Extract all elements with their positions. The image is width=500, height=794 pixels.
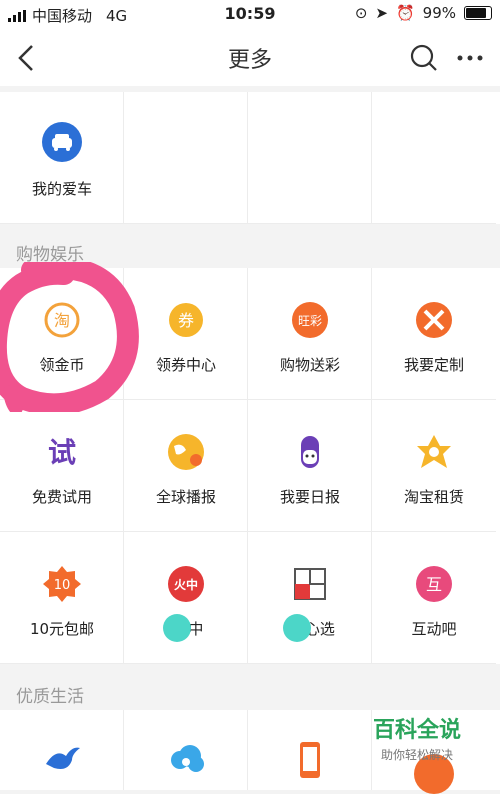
grid-item-interact[interactable]: 互互动吧 (372, 532, 496, 664)
alarm-icon: ⏰ (395, 4, 415, 22)
watermark-title: 百科全说 (372, 718, 461, 743)
car-icon (42, 122, 82, 162)
grid-item-lottery[interactable]: 旺彩 购物送彩 (248, 268, 372, 400)
trial-icon: 试 (42, 432, 82, 472)
grid-item-life-3[interactable] (248, 710, 372, 790)
location-icon: ➤ (375, 4, 388, 22)
watermark: 百科全说 助你轻松解决 (362, 712, 472, 782)
grid-item-life-1[interactable] (0, 710, 124, 790)
svg-text:火中: 火中 (174, 577, 198, 592)
grid-item-select[interactable]: 淘 心选 (248, 532, 372, 664)
grid-item-ten-yuan[interactable]: 10 10元包邮 (0, 532, 124, 664)
search-button[interactable] (408, 42, 440, 74)
grid-item-customize[interactable]: 我要定制 (372, 268, 496, 400)
grid-empty-cell (124, 92, 248, 224)
grid-item-label: 互动吧 (411, 620, 457, 638)
battery-percent: 99% (422, 4, 456, 22)
globe-icon (166, 432, 206, 472)
svg-text:旺彩: 旺彩 (298, 314, 322, 328)
cloud-icon (166, 738, 206, 778)
grid-item-lease[interactable]: 淘宝租赁 (372, 400, 496, 532)
nav-bar: 更多 (0, 28, 500, 86)
ellipsis-icon (457, 55, 483, 61)
lottery-icon: 旺彩 (290, 300, 330, 340)
section-title-life: 优质生活 (16, 687, 84, 707)
grid-item-trial[interactable]: 试免费试用 (0, 400, 124, 532)
search-icon (410, 44, 437, 71)
grid-item-robot[interactable]: 我要日报 (248, 400, 372, 532)
grid-item-label: 全球播报 (155, 488, 216, 506)
grid-item-label: 购物送彩 (279, 356, 340, 374)
grid-item-life-2[interactable] (124, 710, 248, 790)
grid-item-label: 领券中心 (155, 356, 216, 374)
redaction-dot (163, 614, 191, 642)
robot-icon (290, 432, 330, 472)
coupon-icon: 券 (166, 300, 206, 340)
battery-icon (464, 6, 492, 20)
select-icon (290, 564, 330, 604)
lease-icon (414, 432, 454, 472)
rotation-lock-icon: ⊙ (354, 4, 368, 22)
grid-item-label: 10元包邮 (29, 620, 95, 638)
redaction-dot (283, 614, 311, 642)
bird-icon (42, 738, 82, 778)
grid-item-label: 我要定制 (403, 356, 464, 374)
svg-text:10: 10 (54, 578, 71, 593)
svg-text:券: 券 (178, 311, 194, 330)
phone-icon (290, 738, 330, 778)
grid-item-fire[interactable]: 火中淘 中 (124, 532, 248, 664)
interact-icon: 互 (414, 564, 454, 604)
grid-item-label: 我的爱车 (31, 180, 92, 198)
status-bar: 中国移动 4G 10:59 ⊙ ➤ ⏰ 99% (0, 0, 500, 28)
grid-item-my-car[interactable]: 我的爱车 (0, 92, 124, 224)
grid-item-label: 我要日报 (279, 488, 340, 506)
svg-text:互: 互 (426, 575, 442, 594)
watermark-subtitle: 助你轻松解决 (380, 748, 453, 762)
annotation-circle (0, 262, 139, 412)
grid-item-globe[interactable]: 全球播报 (124, 400, 248, 532)
grid-empty-cell (248, 92, 372, 224)
customize-icon (414, 300, 454, 340)
top-grid: 我的爱车 (0, 92, 500, 224)
grid-item-coupon[interactable]: 券领券中心 (124, 268, 248, 400)
svg-text:试: 试 (48, 436, 76, 469)
grid-item-label: 免费试用 (31, 488, 92, 506)
more-options-button[interactable] (454, 42, 486, 74)
grid-empty-cell (372, 92, 496, 224)
grid-item-label: 淘宝租赁 (403, 488, 464, 506)
fire-icon: 火中 (166, 564, 206, 604)
ten-yuan-icon: 10 (42, 564, 82, 604)
